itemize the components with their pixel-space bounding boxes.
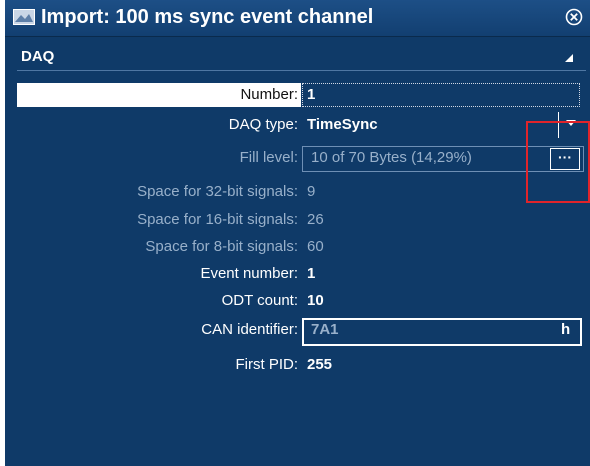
- number-field[interactable]: [302, 83, 580, 107]
- odt-count-label: ODT count:: [221, 292, 298, 309]
- section-title: DAQ: [21, 48, 55, 65]
- title-bar: Import: 100 ms sync event channel: [5, 0, 590, 37]
- number-value: 1: [307, 86, 316, 103]
- first-pid-label: First PID:: [235, 356, 299, 373]
- close-circle-icon[interactable]: [564, 7, 584, 27]
- event-number-label: Event number:: [200, 265, 298, 282]
- can-identifier-unit: h: [561, 321, 571, 338]
- daq-type-value[interactable]: TimeSync: [307, 116, 378, 133]
- collapse-triangle-icon[interactable]: [565, 54, 573, 62]
- space-8-value: 60: [307, 238, 324, 255]
- number-label: Number:: [240, 86, 298, 103]
- daq-type-label: DAQ type:: [228, 116, 298, 133]
- fill-level-value: 10 of 70 Bytes (14,29%): [311, 149, 472, 166]
- space-16-label: Space for 16-bit signals:: [137, 211, 298, 228]
- first-pid-value: 255: [307, 356, 333, 373]
- can-identifier-label: CAN identifier:: [201, 321, 298, 338]
- channel-icon: [13, 9, 35, 25]
- can-identifier-input[interactable]: [302, 318, 582, 346]
- space-32-label: Space for 32-bit signals:: [137, 183, 298, 200]
- import-properties-panel: Import: 100 ms sync event channel DAQ Nu…: [5, 0, 590, 466]
- space-16-value: 26: [307, 211, 324, 228]
- can-identifier-value[interactable]: 7A1: [311, 321, 339, 338]
- event-number-value: 1: [307, 265, 316, 282]
- space-8-label: Space for 8-bit signals:: [145, 238, 298, 255]
- window-title: Import: 100 ms sync event channel: [41, 6, 374, 28]
- annotation-highlight-box: [526, 121, 590, 203]
- space-32-value: 9: [307, 183, 316, 200]
- daq-section-header[interactable]: DAQ: [17, 44, 586, 71]
- odt-count-value: 10: [307, 292, 324, 309]
- fill-level-label: Fill level:: [239, 149, 298, 166]
